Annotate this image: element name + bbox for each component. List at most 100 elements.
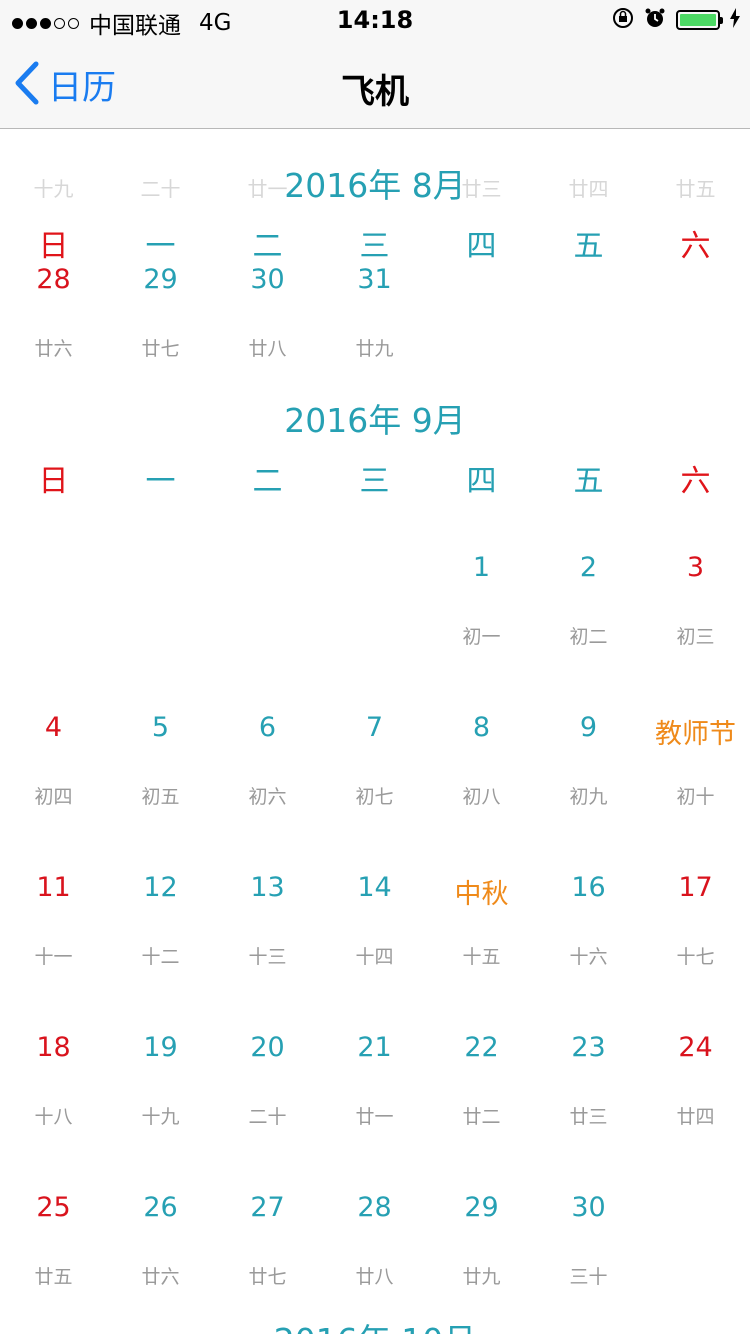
lunar-date: 廿六 (34, 338, 73, 360)
day-cell[interactable]: 教师节 初十 (642, 712, 749, 862)
day-cell[interactable]: 1 初一 (428, 552, 535, 702)
day-number: 17 (678, 872, 713, 903)
day-cell[interactable]: 28 廿六 (0, 264, 107, 414)
lunar-date: 十二 (141, 946, 180, 968)
day-cell[interactable]: 26 廿六 (107, 1192, 214, 1334)
lunar-date: 初五 (141, 786, 180, 808)
month-title: 2016年 8月 (284, 166, 466, 205)
day-cell[interactable]: 18 十八 (0, 1032, 107, 1182)
lunar-date: 廿一 (355, 1106, 394, 1128)
lunar-date: 廿六 (141, 1266, 180, 1288)
day-number: 31 (357, 264, 392, 295)
lunar-date: 廿八 (248, 338, 287, 360)
day-number: 5 (151, 712, 170, 743)
battery-icon (676, 10, 723, 30)
lunar-date: 二十 (248, 1106, 287, 1128)
day-cell[interactable]: 12 十二 (107, 872, 214, 1022)
charging-icon (730, 8, 740, 32)
weekday-label: 四 (466, 464, 497, 499)
day-cell[interactable]: 11 十一 (0, 872, 107, 1022)
day-number: 6 (258, 712, 277, 743)
day-cell[interactable]: 30 三十 (535, 1192, 642, 1334)
day-number: 23 (571, 1032, 606, 1063)
day-cell[interactable]: 20 二十 (214, 1032, 321, 1182)
month-title: 2016年 10月 (0, 1314, 750, 1334)
day-cell[interactable]: 13 十三 (214, 872, 321, 1022)
weekday-label: 日 (38, 229, 69, 264)
day-cell[interactable]: 31 廿九 (321, 264, 428, 414)
day-cell[interactable]: 29 廿七 (107, 264, 214, 414)
alarm-icon (644, 7, 666, 33)
day-number: 25 (36, 1192, 71, 1223)
weekday-label: 二 (252, 229, 283, 264)
status-bar: 中国联通 4G 14:18 (0, 0, 750, 40)
lunar-date: 初六 (248, 786, 287, 808)
day-cell[interactable]: 21 廿一 (321, 1032, 428, 1182)
lunar-date: 廿七 (248, 1266, 287, 1288)
month-title: 2016年 9月 (284, 401, 466, 440)
lunar-date: 初八 (462, 786, 501, 808)
day-cell[interactable]: 17 十七 (642, 872, 749, 1022)
weekday-label: 一 (145, 464, 176, 499)
day-cell[interactable]: 3 初三 (642, 552, 749, 702)
day-cell[interactable]: 25 廿五 (0, 1192, 107, 1334)
weekday-label: 五 (573, 229, 604, 264)
day-cell[interactable]: 19 十九 (107, 1032, 214, 1182)
weekday-header-row: 日一二三四五六 (0, 456, 750, 499)
day-number: 中秋 (454, 879, 509, 910)
lunar-date: 初一 (462, 626, 501, 648)
lunar-date: 廿五 (34, 1266, 73, 1288)
day-cell[interactable]: 23 廿三 (535, 1032, 642, 1182)
day-number: 28 (36, 264, 71, 295)
day-cell[interactable]: 30 廿八 (214, 264, 321, 414)
day-number: 7 (365, 712, 384, 743)
lunar-date: 十三 (248, 946, 287, 968)
lunar-date: 十一 (34, 946, 73, 968)
lunar-date: 三十 (569, 1266, 608, 1288)
weekday-header-row: 日一二三四五六 (0, 221, 750, 264)
day-number: 2 (579, 552, 598, 583)
day-cell[interactable]: 8 初八 (428, 712, 535, 862)
day-number: 20 (250, 1032, 285, 1063)
lunar-date: 初十 (676, 786, 715, 808)
page-title: 飞机 (341, 72, 409, 112)
day-number: 18 (36, 1032, 71, 1063)
weekday-label: 日 (38, 464, 69, 499)
navigation-bar: 日历 飞机 (0, 40, 750, 129)
day-cell[interactable]: 9 初九 (535, 712, 642, 862)
calendar-scroll-view[interactable]: 十九 二十 廿一 廿三 廿四 廿五 2016年 8月日一二三四五六 28 廿六 29 廿七 30 廿八… (0, 129, 750, 1334)
day-number: 14 (357, 872, 392, 903)
day-cell[interactable]: 24 廿四 (642, 1032, 749, 1182)
lunar-date: 初七 (355, 786, 394, 808)
day-cell[interactable]: 14 十四 (321, 872, 428, 1022)
lunar-date: 十六 (569, 946, 608, 968)
weekday-label: 二 (252, 464, 283, 499)
lunar-date: 十八 (34, 1106, 73, 1128)
day-number: 16 (571, 872, 606, 903)
day-number: 4 (44, 712, 63, 743)
day-number: 21 (357, 1032, 392, 1063)
lunar-date: 初二 (569, 626, 608, 648)
day-number: 11 (36, 872, 71, 903)
day-number: 30 (250, 264, 285, 295)
rotation-lock-icon (612, 7, 634, 33)
day-cell[interactable]: 4 初四 (0, 712, 107, 862)
lunar-date: 廿三 (569, 1106, 608, 1128)
day-cell[interactable]: 5 初五 (107, 712, 214, 862)
day-number: 19 (143, 1032, 178, 1063)
day-number: 教师节 (655, 719, 736, 750)
day-cell[interactable]: 27 廿七 (214, 1192, 321, 1334)
day-cell[interactable]: 6 初六 (214, 712, 321, 862)
day-number: 24 (678, 1032, 713, 1063)
day-number: 27 (250, 1192, 285, 1223)
day-cell[interactable]: 16 十六 (535, 872, 642, 1022)
day-cell[interactable]: 29 廿九 (428, 1192, 535, 1334)
day-cell[interactable]: 7 初七 (321, 712, 428, 862)
day-cell[interactable]: 28 廿八 (321, 1192, 428, 1334)
lunar-date: 十五 (462, 946, 501, 968)
day-cell[interactable]: 中秋 十五 (428, 872, 535, 1022)
day-cell[interactable]: 2 初二 (535, 552, 642, 702)
day-cell[interactable]: 22 廿二 (428, 1032, 535, 1182)
day-number: 28 (357, 1192, 392, 1223)
lunar-date: 十四 (355, 946, 394, 968)
